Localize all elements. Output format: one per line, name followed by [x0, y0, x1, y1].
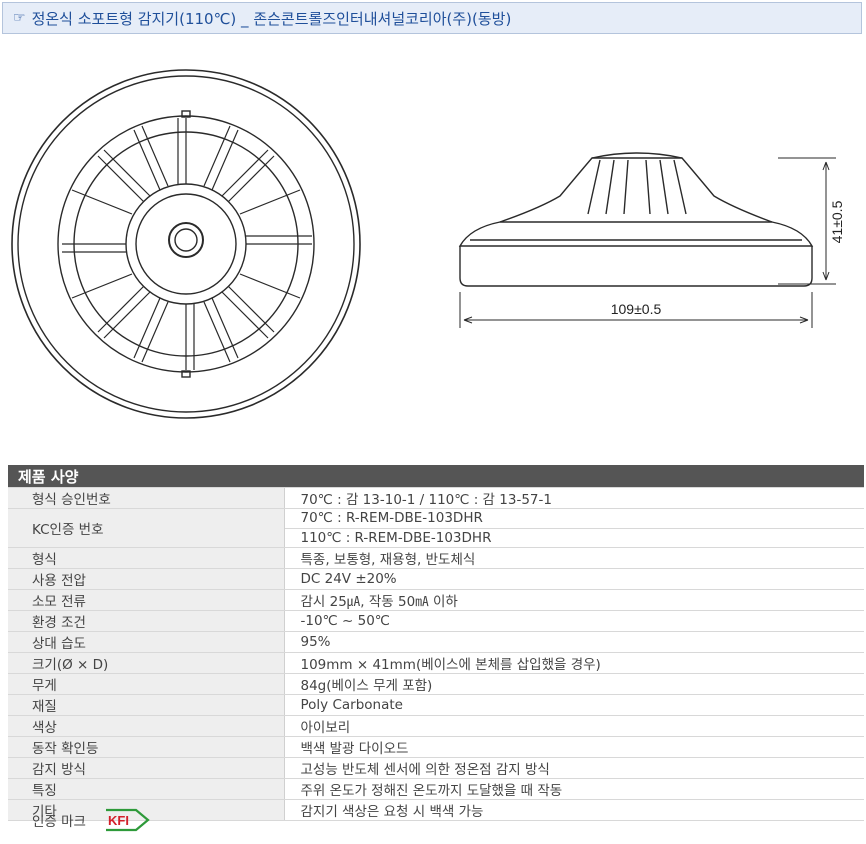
kfi-logo-text: KFI — [108, 813, 129, 828]
spec-key: 색상 — [8, 715, 285, 738]
spec-key: 환경 조건 — [8, 610, 285, 633]
spec-row: KC인증 번호 70℃ : R-REM-DBE-103DHR — [8, 508, 864, 549]
pointing-hand-icon: ☞ — [13, 10, 26, 26]
spec-value: 아이보리 — [284, 715, 864, 738]
spec-key: 형식 — [8, 547, 285, 570]
page-title: 정온식 소포트형 감지기(110℃) _ 존슨콘트롤즈인터내셔널코리아(주)(동… — [31, 9, 512, 28]
spec-value: 70℃ : 감 13-10-1 / 110℃ : 감 13-57-1 — [284, 487, 864, 509]
spec-row: 감지 방식 고성능 반도체 센서에 의한 정온점 감지 방식 — [8, 757, 864, 780]
spec-row: 상대 습도 95% — [8, 631, 864, 654]
spec-key: 소모 전류 — [8, 589, 285, 612]
product-drawing: 41±0.5 109±0.5 — [11, 69, 845, 419]
spec-value: 특종, 보통형, 재용형, 반도체식 — [284, 547, 864, 570]
spec-key: 재질 — [8, 694, 285, 717]
spec-value: DC 24V ±20% — [284, 568, 864, 591]
spec-key: 동작 확인등 — [8, 736, 285, 759]
spec-row: 소모 전류 감시 25㎂, 작동 50㎃ 이하 — [8, 589, 864, 612]
spec-value: 70℃ : R-REM-DBE-103DHR — [284, 508, 864, 529]
page-title-bar: ☞ 정온식 소포트형 감지기(110℃) _ 존슨콘트롤즈인터내셔널코리아(주)… — [2, 2, 862, 34]
spec-value: 109mm × 41mm(베이스에 본체를 삽입했을 경우) — [284, 652, 864, 675]
spec-value: 95% — [284, 631, 864, 654]
spec-key: 특징 — [8, 778, 285, 801]
spec-row: 사용 전압 DC 24V ±20% — [8, 568, 864, 591]
spec-key: 크기(Ø × D) — [8, 652, 285, 675]
spec-value: 110℃ : R-REM-DBE-103DHR — [284, 528, 864, 549]
spec-key: 무게 — [8, 673, 285, 696]
spec-key: 감지 방식 — [8, 757, 285, 780]
spec-value: Poly Carbonate — [284, 694, 864, 717]
spec-row: 환경 조건 -10℃ ~ 50℃ — [8, 610, 864, 633]
spec-title: 제품 사양 — [8, 465, 864, 488]
spec-key: 상대 습도 — [8, 631, 285, 654]
spec-value: 주위 온도가 정해진 온도까지 도달했을 때 작동 — [284, 778, 864, 801]
spec-key: 형식 승인번호 — [8, 487, 285, 509]
spec-value: -10℃ ~ 50℃ — [284, 610, 864, 633]
spec-row: 무게 84g(베이스 무게 포함) — [8, 673, 864, 696]
spec-value: 고성능 반도체 센서에 의한 정온점 감지 방식 — [284, 757, 864, 780]
spec-key: 사용 전압 — [8, 568, 285, 591]
spec-row: 동작 확인등 백색 발광 다이오드 — [8, 736, 864, 759]
spec-key: KC인증 번호 — [8, 508, 285, 549]
spec-row: 형식 승인번호 70℃ : 감 13-10-1 / 110℃ : 감 13-57-… — [8, 487, 864, 509]
certification-row: 인증 마크 KFI — [32, 808, 150, 832]
spec-value: 감시 25㎂, 작동 50㎃ 이하 — [284, 589, 864, 612]
spec-row: 색상 아이보리 — [8, 715, 864, 738]
spec-table-header: 제품 사양 — [8, 465, 864, 488]
spec-row: 크기(Ø × D) 109mm × 41mm(베이스에 본체를 삽입했을 경우) — [8, 652, 864, 675]
spec-row: 형식 특종, 보통형, 재용형, 반도체식 — [8, 547, 864, 570]
top-view — [11, 69, 361, 419]
spec-value: 감지기 색상은 요청 시 백색 가능 — [284, 799, 864, 822]
kfi-logo-icon: KFI — [105, 808, 150, 832]
cert-label: 인증 마크 — [32, 814, 86, 830]
height-dimension: 41±0.5 — [829, 200, 845, 243]
spec-row: 특징 주위 온도가 정해진 온도까지 도달했을 때 작동 — [8, 778, 864, 801]
spec-value: 백색 발광 다이오드 — [284, 736, 864, 759]
spec-row: 재질 Poly Carbonate — [8, 694, 864, 717]
spec-value: 84g(베이스 무게 포함) — [284, 673, 864, 696]
spec-table: 제품 사양 형식 승인번호 70℃ : 감 13-10-1 / 110℃ : 감 … — [8, 465, 864, 822]
width-dimension: 109±0.5 — [611, 301, 662, 317]
